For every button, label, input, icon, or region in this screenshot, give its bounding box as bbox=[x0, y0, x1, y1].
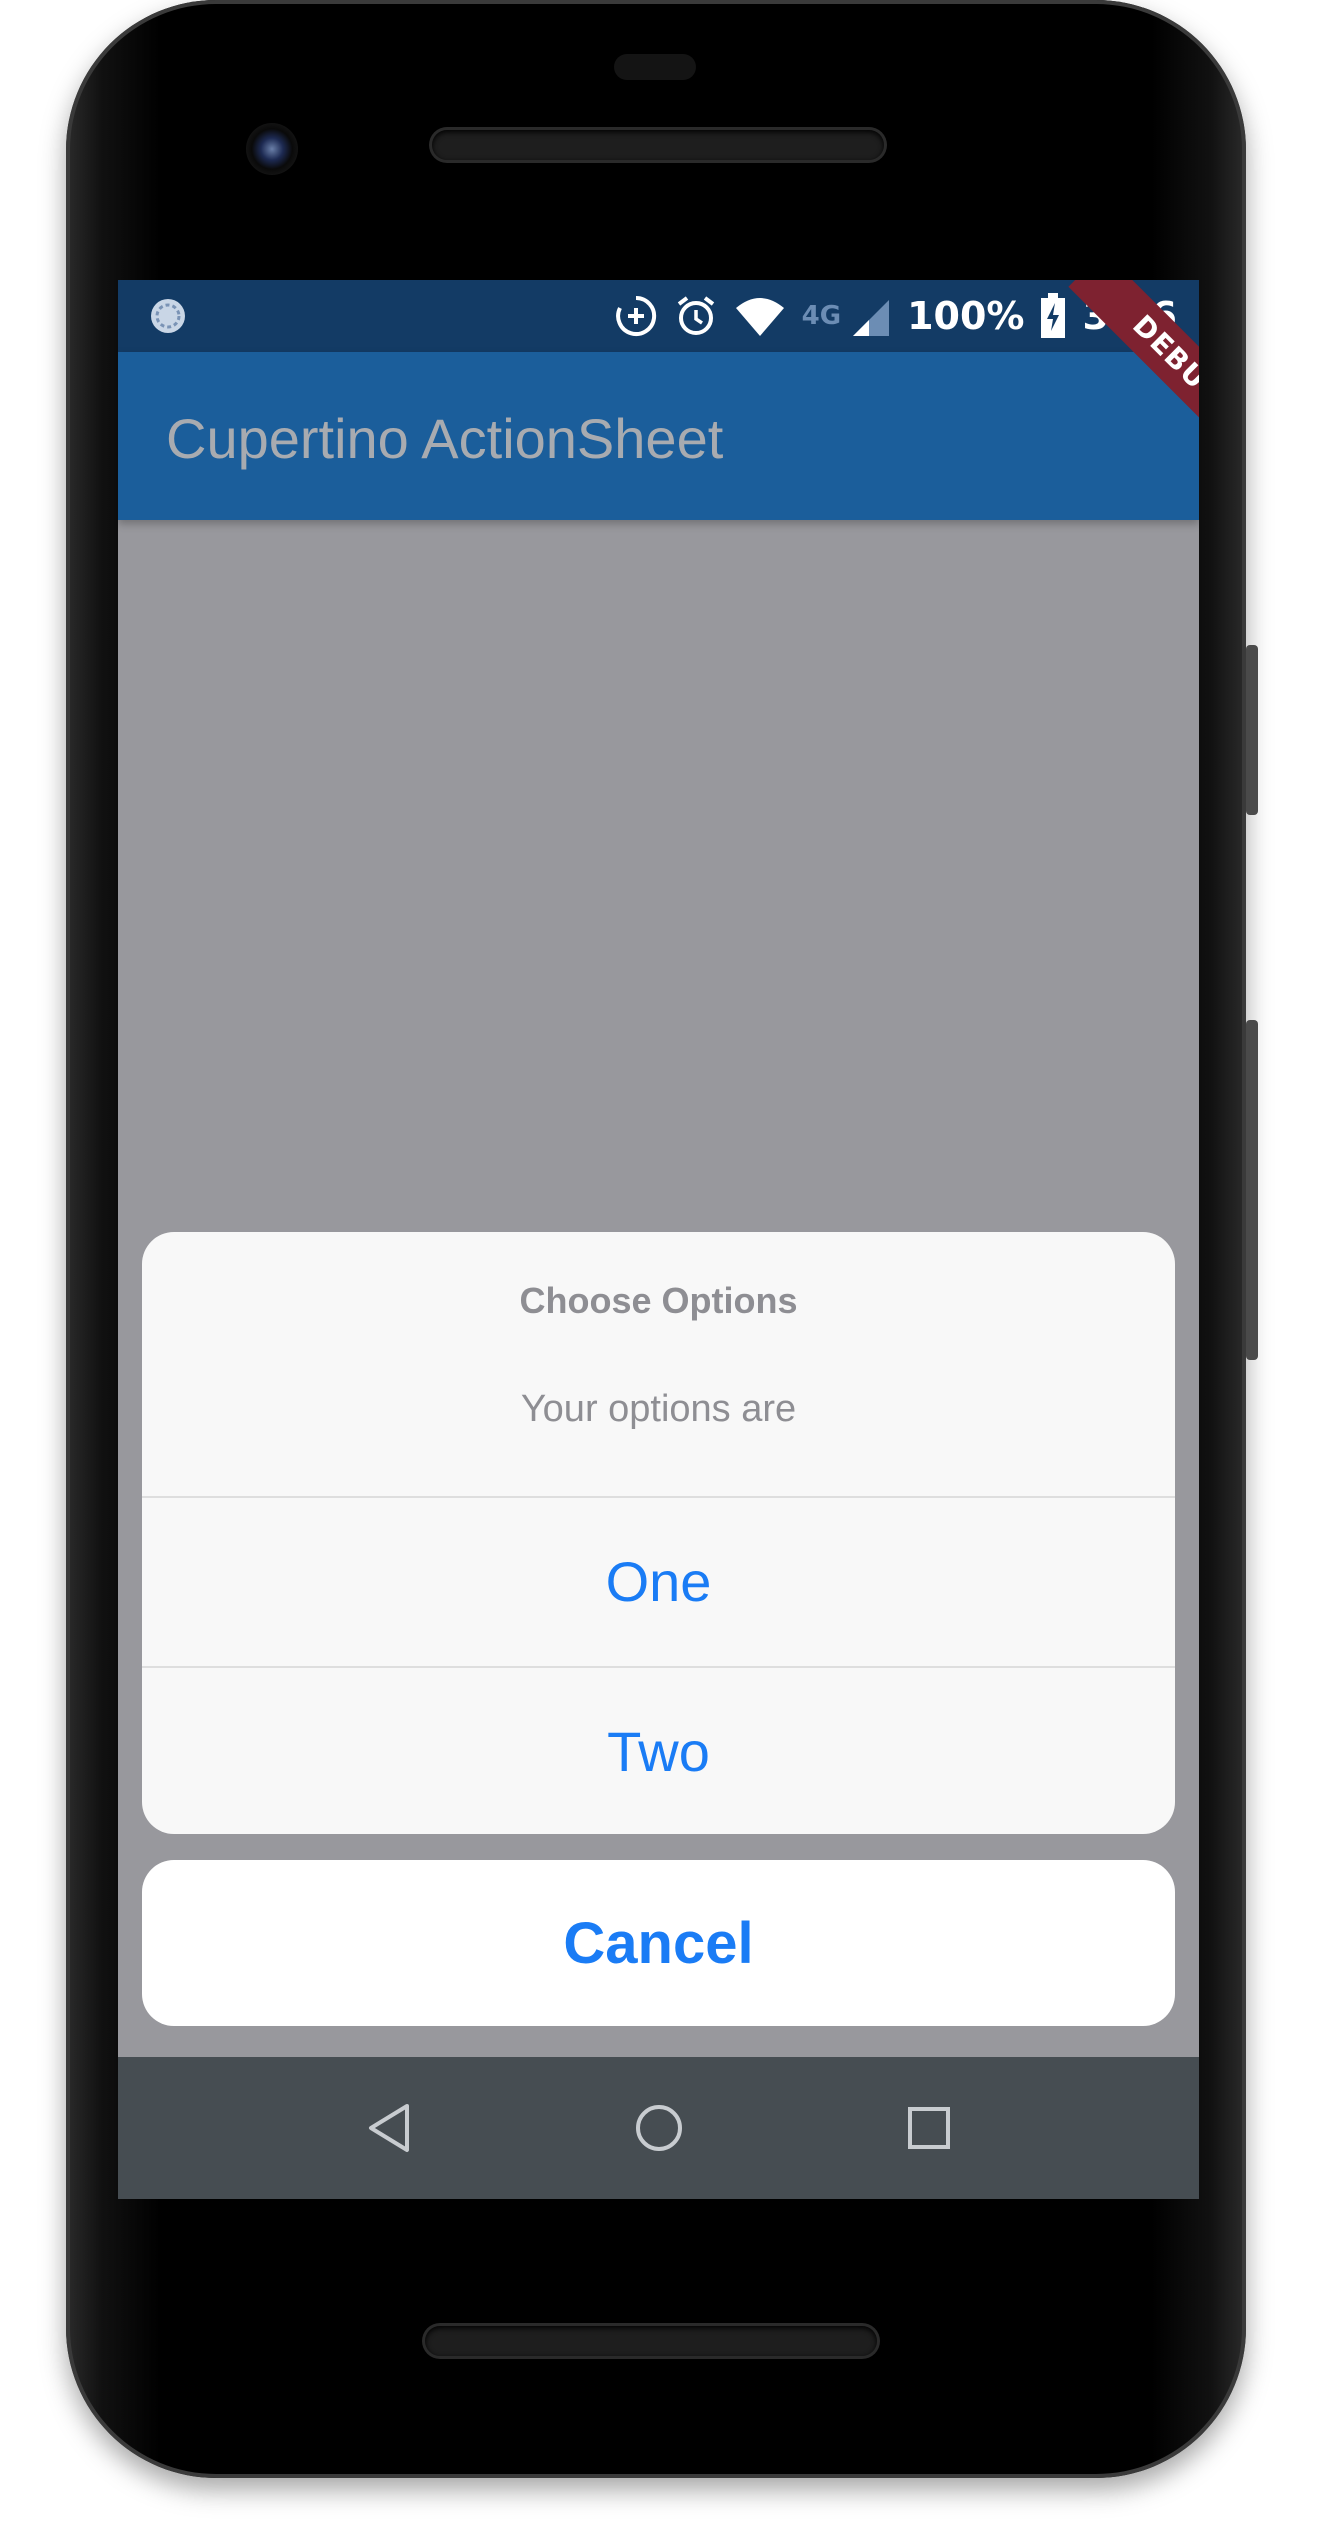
app-bar: Cupertino ActionSheet bbox=[118, 352, 1199, 520]
alarm-icon bbox=[677, 296, 714, 335]
action-sheet-message: Your options are bbox=[520, 1388, 797, 1430]
network-type-label: 4G bbox=[801, 301, 842, 331]
signal-icon bbox=[853, 300, 890, 336]
recents-button[interactable] bbox=[894, 2093, 964, 2163]
action-sheet: Choose Options Your options are One Two bbox=[142, 1232, 1175, 1834]
sync-circle-icon bbox=[151, 299, 185, 333]
recents-icon bbox=[908, 2107, 950, 2149]
power-button bbox=[1246, 1020, 1258, 1360]
back-button[interactable] bbox=[354, 2093, 424, 2163]
status-bar: 4G 100% 3:46 bbox=[118, 280, 1199, 352]
app-bar-title: Cupertino ActionSheet bbox=[166, 407, 724, 470]
navigation-bar bbox=[118, 2057, 1199, 2199]
action-sheet-title: Choose Options bbox=[519, 1280, 798, 1321]
battery-percent: 100% bbox=[907, 294, 1025, 338]
bottom-speaker-grille bbox=[425, 2326, 877, 2356]
front-camera bbox=[246, 123, 298, 175]
home-icon bbox=[636, 2105, 682, 2151]
volume-button bbox=[1246, 645, 1258, 815]
wifi-icon bbox=[735, 298, 784, 336]
back-icon bbox=[369, 2104, 409, 2152]
action-one-button[interactable]: One bbox=[142, 1498, 1175, 1664]
top-speaker-grille bbox=[432, 130, 884, 160]
home-button[interactable] bbox=[624, 2093, 694, 2163]
cancel-button[interactable]: Cancel bbox=[142, 1860, 1175, 2026]
action-two-button[interactable]: Two bbox=[142, 1668, 1175, 1834]
device-screen: 4G 100% 3:46 Cupertino ActionSheet DEBUG… bbox=[118, 280, 1199, 2199]
battery-charging-icon bbox=[1041, 293, 1066, 338]
earpiece bbox=[614, 54, 696, 80]
data-saver-icon bbox=[615, 295, 656, 336]
